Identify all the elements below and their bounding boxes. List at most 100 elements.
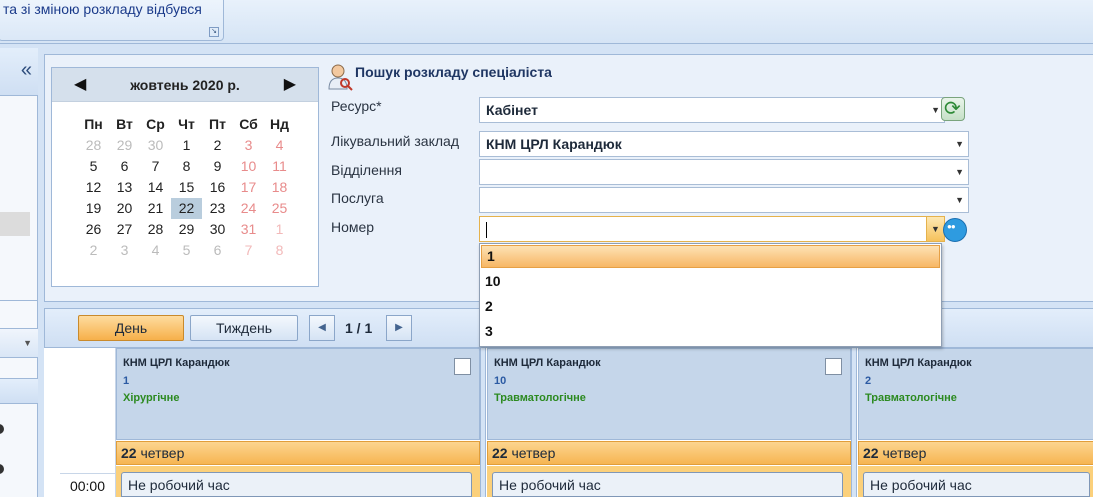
resource-header: КНМ ЦРЛ Карандюк 2 Травматологічне xyxy=(858,348,1093,440)
calendar-day[interactable]: 6 xyxy=(109,156,140,177)
calendar-day[interactable]: 11 xyxy=(264,156,295,177)
dropdown-arrow-icon[interactable]: ▼ xyxy=(955,188,964,212)
resource-number: 1 xyxy=(123,375,130,387)
schedule-cell[interactable]: Не робочий час xyxy=(116,466,480,497)
calendar-day[interactable]: 26 xyxy=(78,219,109,240)
number-option[interactable]: 2 xyxy=(480,294,941,319)
week-view-button[interactable]: Тиждень xyxy=(190,315,298,341)
calendar-week-row: 19 20 21 22 23 24 25 xyxy=(78,198,295,219)
calendar-header: ◀ жовтень 2020 р. ▶ xyxy=(52,68,318,102)
calendar-day[interactable]: 20 xyxy=(109,198,140,219)
calendar-day[interactable]: 28 xyxy=(140,219,171,240)
resource-combobox[interactable]: Кабінет ▼ xyxy=(479,97,945,123)
calendar-day[interactable]: 4 xyxy=(264,135,295,156)
calendar-day[interactable]: 1 xyxy=(264,219,295,240)
calendar-week-row: 12 13 14 15 16 17 18 xyxy=(78,177,295,198)
calendar-day[interactable]: 7 xyxy=(140,156,171,177)
calendar-day[interactable]: 14 xyxy=(140,177,171,198)
next-page-button[interactable]: ▶ xyxy=(386,315,412,341)
calendar-day[interactable]: 25 xyxy=(264,198,295,219)
number-option[interactable]: 1 xyxy=(481,245,940,268)
radio-icon[interactable] xyxy=(0,464,4,474)
calendar-day[interactable]: 28 xyxy=(78,135,109,156)
calendar-day[interactable]: 15 xyxy=(171,177,202,198)
dropdown-arrow-icon: ▼ xyxy=(23,338,32,348)
calendar-day[interactable]: 2 xyxy=(78,240,109,261)
refresh-button[interactable] xyxy=(941,96,965,121)
day-view-button[interactable]: День xyxy=(78,315,184,341)
ribbon-group: та зі зміною розкладу відбувся ↘ xyxy=(0,0,224,41)
resource-department: Травматологічне xyxy=(494,392,586,404)
calendar-day[interactable]: 27 xyxy=(109,219,140,240)
time-ruler-line xyxy=(60,473,116,474)
calendar-day[interactable]: 17 xyxy=(233,177,264,198)
calendar-week-row: 2345678 xyxy=(78,240,295,261)
calendar-day[interactable]: 29 xyxy=(171,219,202,240)
day-number: 22 xyxy=(121,445,137,461)
column-separator xyxy=(480,348,486,497)
schedule-cell[interactable]: Не робочий час xyxy=(858,466,1093,497)
resource-label: Ресурс* xyxy=(331,98,382,114)
service-label: Послуга xyxy=(331,190,384,206)
calendar-day[interactable]: 6 xyxy=(202,240,233,261)
radio-icon[interactable] xyxy=(0,424,4,434)
non-working-slot[interactable]: Не робочий час xyxy=(121,472,472,497)
prev-page-button[interactable]: ◀ xyxy=(309,315,335,341)
arrow-right-icon: ▶ xyxy=(395,322,403,333)
non-working-slot[interactable]: Не робочий час xyxy=(492,472,843,497)
calendar-day[interactable]: 10 xyxy=(233,156,264,177)
dropdown-arrow-icon[interactable]: ▼ xyxy=(926,217,944,241)
dropdown-arrow-icon[interactable]: ▼ xyxy=(955,160,964,184)
department-combobox[interactable]: ▼ xyxy=(479,159,969,185)
calendar-day[interactable]: 30 xyxy=(140,135,171,156)
calendar-day[interactable]: 3 xyxy=(233,135,264,156)
service-combobox[interactable]: ▼ xyxy=(479,187,969,213)
calendar-day[interactable]: 1 xyxy=(171,135,202,156)
resource-column: КНМ ЦРЛ Карандюк 2 Травматологічне 22 четве… xyxy=(858,348,1093,497)
dropdown-arrow-icon[interactable]: ▼ xyxy=(955,132,964,156)
calendar-day[interactable]: 8 xyxy=(264,240,295,261)
calendar-day[interactable]: 13 xyxy=(109,177,140,198)
calendar-day[interactable]: 12 xyxy=(78,177,109,198)
doctor-search-icon xyxy=(328,64,353,91)
calendar-weekday-row: Пн Вт Ср Чт Пт Сб Нд xyxy=(78,114,295,135)
dropdown-arrow-icon[interactable]: ▼ xyxy=(931,98,940,122)
people-search-button[interactable] xyxy=(943,218,967,242)
calendar-day[interactable]: 8 xyxy=(171,156,202,177)
schedule-cell[interactable]: Не робочий час xyxy=(487,466,851,497)
calendar-day[interactable]: 22 xyxy=(171,198,202,219)
calendar-day[interactable]: 30 xyxy=(202,219,233,240)
calendar-day[interactable]: 29 xyxy=(109,135,140,156)
calendar-day[interactable]: 7 xyxy=(233,240,264,261)
dialog-launcher-icon[interactable]: ↘ xyxy=(209,27,219,37)
calendar-day[interactable]: 2 xyxy=(202,135,233,156)
ribbon-group-text[interactable]: та зі зміною розкладу відбувся xyxy=(3,1,202,17)
calendar-day[interactable]: 18 xyxy=(264,177,295,198)
institution-combobox[interactable]: КНМ ЦРЛ Карандюк ▼ xyxy=(479,131,969,157)
number-option[interactable]: 3 xyxy=(480,319,941,344)
calendar-day[interactable]: 19 xyxy=(78,198,109,219)
calendar-day[interactable]: 21 xyxy=(140,198,171,219)
number-option[interactable]: 10 xyxy=(480,269,941,294)
calendar-day[interactable]: 16 xyxy=(202,177,233,198)
calendar-day[interactable]: 9 xyxy=(202,156,233,177)
calendar-day[interactable]: 4 xyxy=(140,240,171,261)
nav-selected-item[interactable] xyxy=(0,212,30,236)
scheduler-body: 00:00 КНМ ЦРЛ Карандюк 1 Хірургічне 22 четв… xyxy=(44,348,1093,497)
number-combobox[interactable]: ▼ xyxy=(479,216,945,242)
calendar-day[interactable]: 5 xyxy=(78,156,109,177)
calendar-day[interactable]: 23 xyxy=(202,198,233,219)
calendar-day[interactable]: 31 xyxy=(233,219,264,240)
non-working-slot[interactable]: Не робочий час xyxy=(863,472,1090,497)
calendar-day[interactable]: 24 xyxy=(233,198,264,219)
nav-toolbar-dropdown[interactable]: ▼ xyxy=(0,328,38,358)
calendar-day[interactable]: 3 xyxy=(109,240,140,261)
collapse-panel-button[interactable]: « xyxy=(0,48,38,96)
nav-section-tab[interactable] xyxy=(0,378,38,404)
calendar-day[interactable]: 5 xyxy=(171,240,202,261)
resource-checkbox[interactable] xyxy=(825,358,842,375)
next-month-icon[interactable]: ▶ xyxy=(284,74,296,94)
arrow-left-icon: ◀ xyxy=(318,322,326,333)
calendar-grid: Пн Вт Ср Чт Пт Сб Нд 28 29 30 1 2 3 4 5 6 7 8 9 10 11 12 13 14 1… xyxy=(78,114,295,261)
resource-checkbox[interactable] xyxy=(454,358,471,375)
